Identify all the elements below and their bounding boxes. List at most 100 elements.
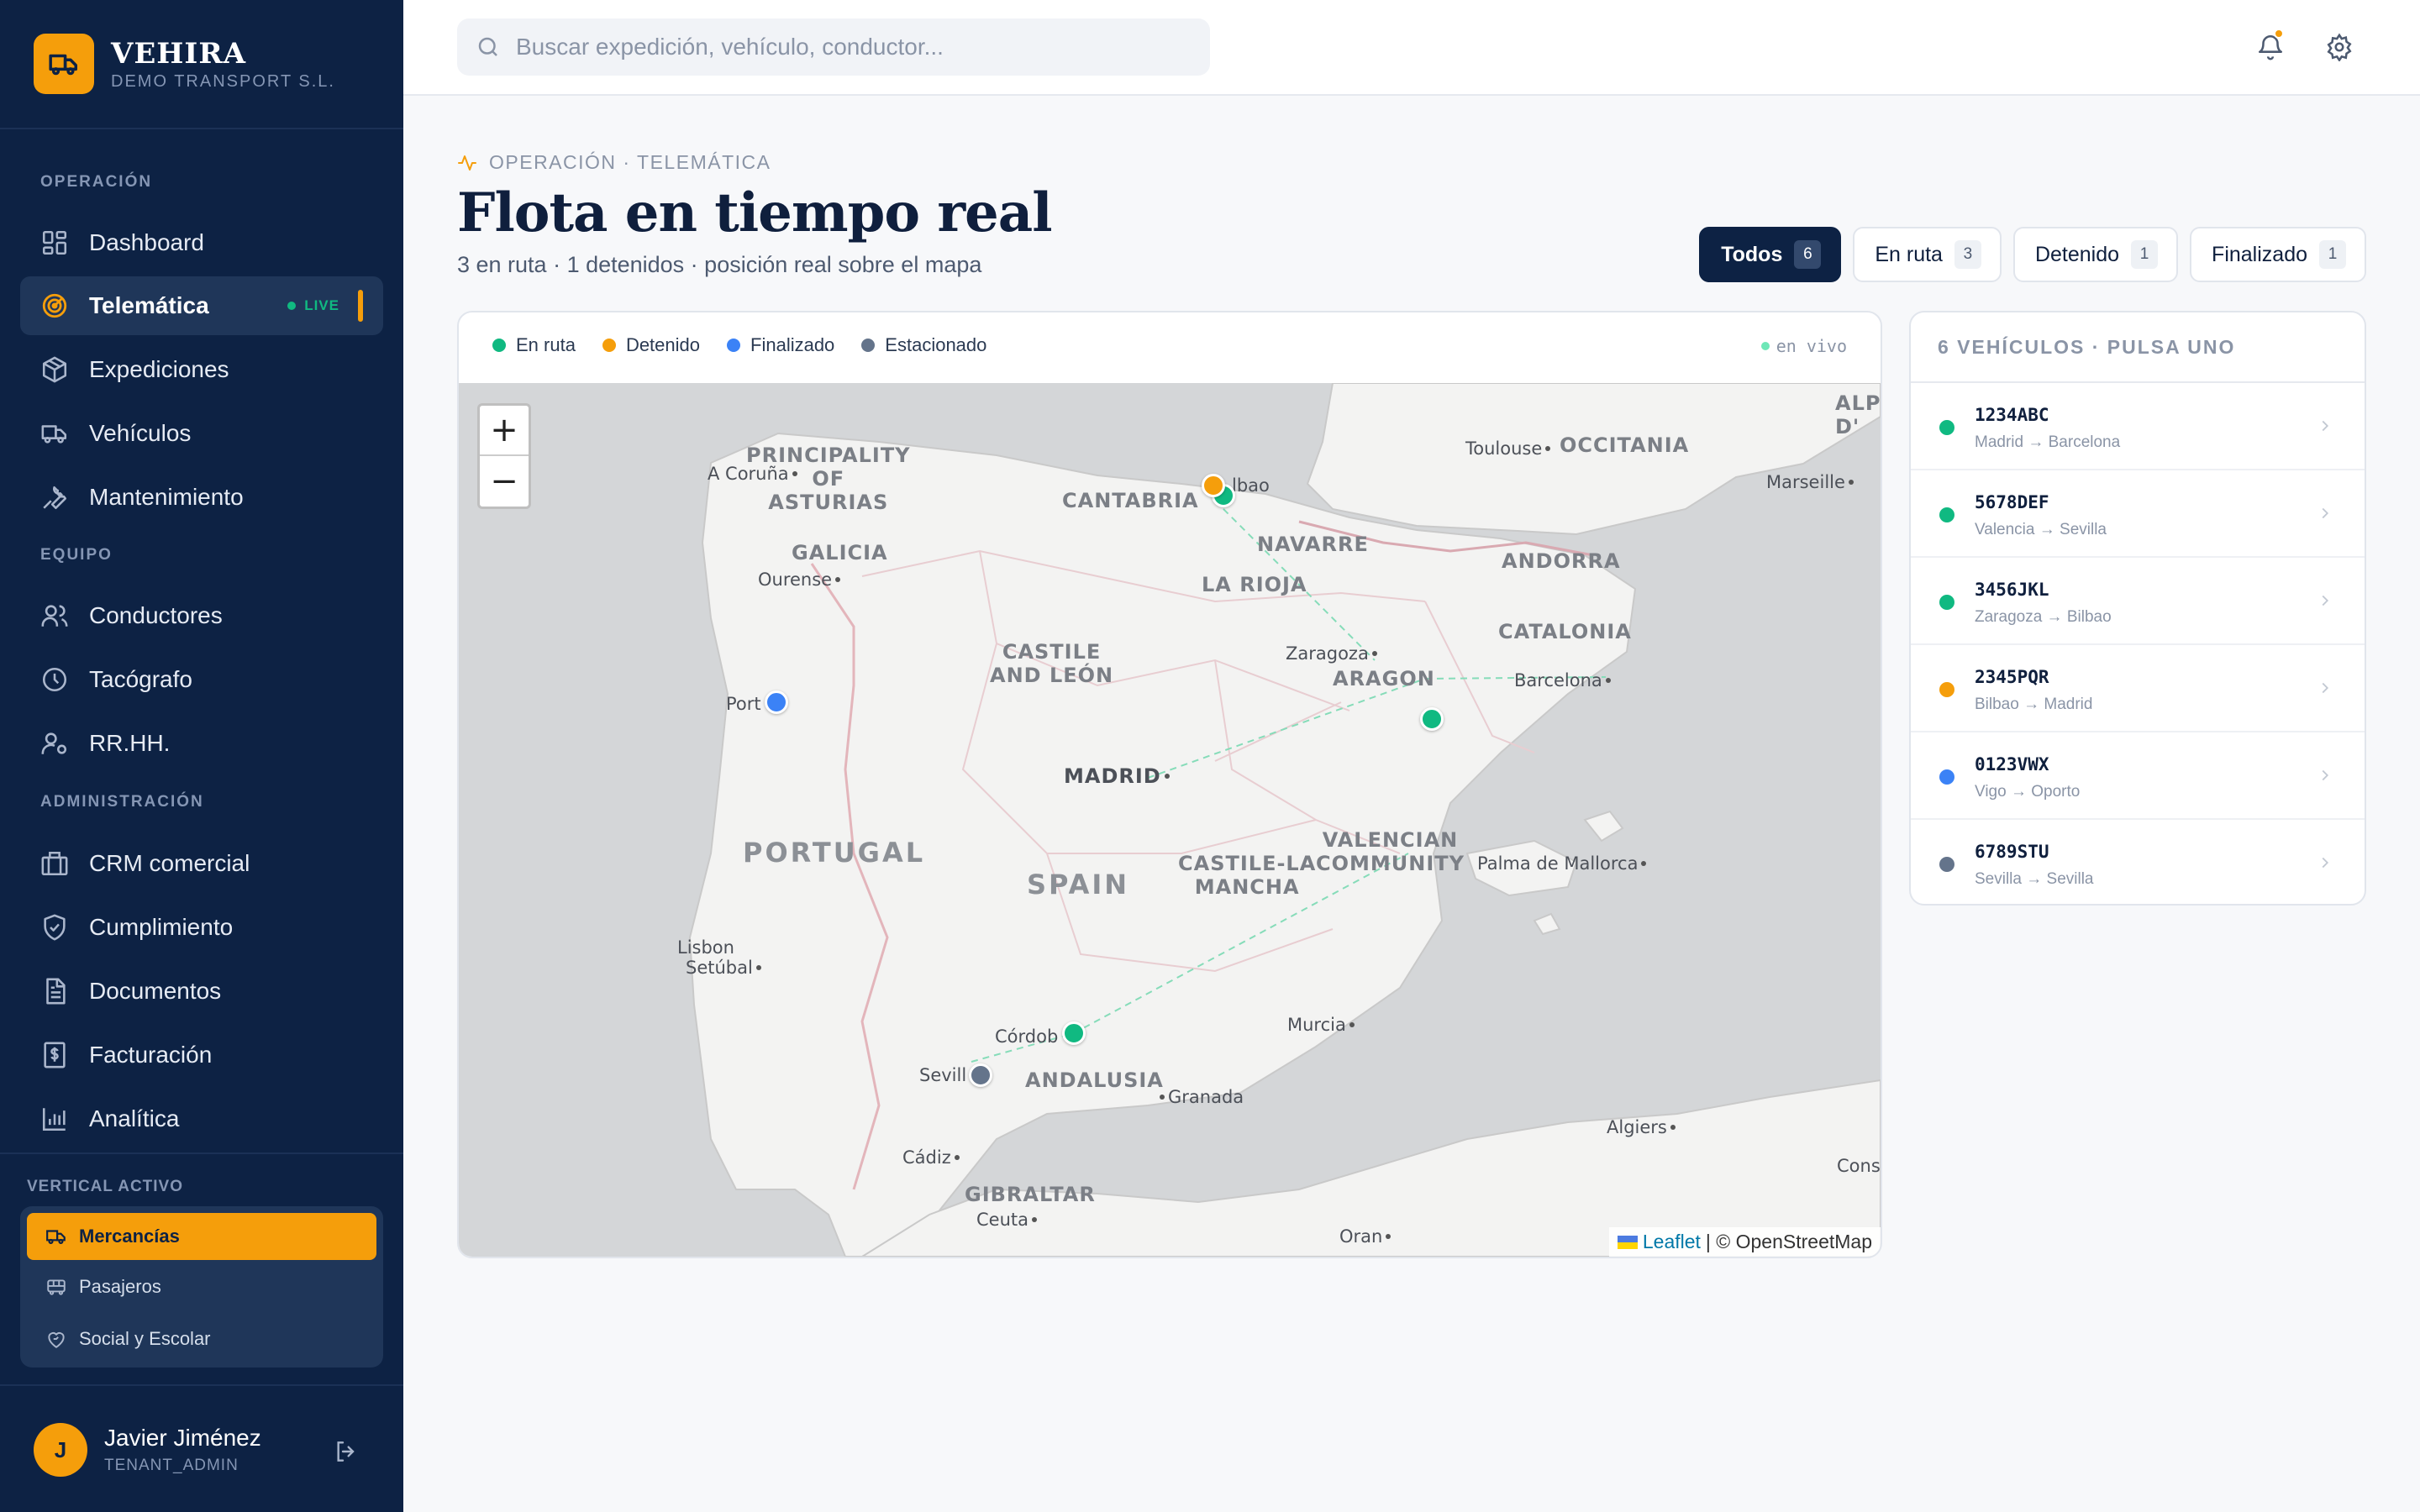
breadcrumb: OPERACIÓN · TELEMÁTICA [457, 151, 771, 174]
vehicle-marker-1234ABC[interactable] [1420, 707, 1444, 731]
sidebar-item-tacografo[interactable]: Tacógrafo [20, 650, 383, 709]
sidebar-item-facturacion[interactable]: Facturación [20, 1026, 383, 1084]
vehicle-row[interactable]: 0123VWX Vigo → Oporto [1911, 732, 2365, 820]
ukraine-flag-icon [1617, 1235, 1638, 1249]
filter-en-ruta[interactable]: En ruta 3 [1853, 227, 2002, 282]
vehicle-route: Zaragoza → Bilbao [1975, 608, 2112, 626]
map-attribution: Leaflet | © OpenStreetMap [1608, 1227, 1881, 1257]
notifications-button[interactable] [2249, 25, 2292, 69]
city-label: Córdob [995, 1026, 1059, 1047]
filter-count: 1 [2131, 240, 2159, 269]
country-label-spain: SPAIN [1027, 869, 1130, 900]
filter-detenido[interactable]: Detenido 1 [2012, 227, 2179, 282]
sidebar-item-cumplimiento[interactable]: Cumplimiento [20, 898, 383, 957]
vehicle-plate: 2345PQR [1975, 667, 2049, 687]
search-box[interactable] [457, 18, 1210, 76]
bus-icon [47, 1279, 66, 1295]
fleet-map[interactable]: PRINCIPALITY OF ASTURIAS CANTABRIA GALICIA… [459, 383, 1881, 1257]
zoom-out-button[interactable]: − [480, 456, 529, 507]
city-label: Zaragoza [1286, 643, 1381, 664]
sidebar-item-conductores[interactable]: Conductores [20, 586, 383, 645]
truck-icon [41, 425, 67, 444]
city-label: Marseille [1766, 472, 1857, 492]
vehicle-list-title: 6 VEHÍCULOS · PULSA UNO [1911, 312, 2365, 383]
sidebar-item-analitica[interactable]: Analítica [20, 1089, 383, 1148]
vehicle-marker-2345PQR[interactable] [1202, 474, 1225, 497]
vehicle-row[interactable]: 5678DEF Valencia → Sevilla [1911, 470, 2365, 558]
region-label-alpes: ALPID' [1835, 391, 1881, 438]
vertical-option-mercancias[interactable]: Mercancías [27, 1213, 376, 1260]
chevron-right-icon [2322, 857, 2329, 869]
settings-button[interactable] [2317, 25, 2361, 69]
heart-hand-icon [48, 1332, 65, 1348]
filter-todos[interactable]: Todos 6 [1699, 227, 1842, 282]
city-label: A Coruña [708, 464, 801, 484]
sidebar-item-expediciones[interactable]: Expediciones [20, 340, 383, 399]
country-label-portugal: PORTUGAL [743, 837, 926, 869]
brand[interactable]: VEHIRA DEMO TRANSPORT S.L. [34, 34, 335, 94]
divider [0, 128, 403, 129]
avatar[interactable]: J [34, 1423, 87, 1477]
search-input[interactable] [516, 34, 1188, 60]
sidebar-item-telematica[interactable]: Telemática LIVE [20, 276, 383, 335]
status-filters: Todos 6 En ruta 3 Detenido 1 Finalizado … [1687, 227, 2366, 282]
vehicle-route: Valencia → Sevilla [1975, 521, 2107, 538]
vertical-option-pasajeros[interactable]: Pasajeros [27, 1263, 376, 1310]
vehicle-marker-6789STU[interactable] [969, 1063, 992, 1087]
document-icon [46, 978, 66, 1005]
sidebar-item-dashboard[interactable]: Dashboard [20, 213, 383, 272]
invoice-icon [44, 1042, 66, 1068]
vehicle-marker-0123VWX[interactable] [765, 690, 788, 714]
vehicle-row[interactable]: 3456JKL Zaragoza → Bilbao [1911, 558, 2365, 645]
status-dot [1939, 420, 1954, 435]
sidebar-item-rrhh[interactable]: RR.HH. [20, 714, 383, 773]
bar-chart-icon [42, 1108, 66, 1131]
shield-check-icon [44, 914, 66, 941]
vehicle-marker-5678DEF[interactable] [1062, 1021, 1086, 1045]
sidebar-item-label: Documentos [89, 978, 222, 1004]
live-badge: LIVE [287, 297, 339, 314]
city-label: Const [1837, 1156, 1881, 1176]
vertical-options: Mercancías Pasajeros Social y Escolar [20, 1206, 383, 1368]
city-label: lbao [1232, 475, 1270, 496]
filter-finalizado[interactable]: Finalizado 1 [2190, 227, 2366, 282]
sidebar-item-label: Tacógrafo [89, 666, 192, 692]
legend-item-detenido: Detenido [602, 334, 700, 356]
truck-logo-icon [34, 34, 94, 94]
status-dot [1939, 507, 1954, 522]
vehicle-plate: 3456JKL [1975, 580, 2049, 600]
gear-icon [2327, 33, 2352, 61]
vertical-label: VERTICAL ACTIVO [27, 1178, 184, 1195]
section-operacion: OPERACIÓN [40, 173, 153, 191]
chevron-right-icon [2322, 595, 2329, 606]
map-legend: En ruta Detenido Finalizado Estacionado [492, 334, 1013, 356]
sidebar-item-label: Expediciones [89, 356, 229, 382]
vertical-option-social-escolar[interactable]: Social y Escolar [27, 1315, 376, 1362]
sidebar-item-label: Dashboard [89, 229, 204, 255]
search-icon [478, 37, 497, 56]
vehicle-row[interactable]: 6789STU Sevilla → Sevilla [1911, 820, 2365, 904]
sidebar-item-crm[interactable]: CRM comercial [20, 834, 383, 893]
dashboard-icon [42, 230, 67, 255]
vehicle-list: 6 VEHÍCULOS · PULSA UNO 1234ABC Madrid →… [1909, 311, 2366, 906]
vehicle-row[interactable]: 2345PQR Bilbao → Madrid [1911, 645, 2365, 732]
vehicle-row[interactable]: 1234ABC Madrid → Barcelona [1911, 383, 2365, 470]
region-label-cantabria: CANTABRIA [1062, 489, 1199, 512]
logout-button[interactable] [329, 1435, 363, 1468]
sidebar-item-label: Facturación [89, 1042, 213, 1068]
radar-icon [42, 293, 67, 318]
vehicle-plate: 1234ABC [1975, 405, 2049, 425]
region-label-occitania: OCCITANIA [1560, 433, 1690, 457]
sidebar-item-documentos[interactable]: Documentos [20, 962, 383, 1021]
zoom-in-button[interactable]: + [480, 406, 529, 456]
status-dot [1939, 595, 1954, 610]
leaflet-link[interactable]: Leaflet [1643, 1231, 1701, 1253]
sidebar: VEHIRA DEMO TRANSPORT S.L. OPERACIÓN Das… [0, 0, 403, 1512]
live-indicator: en vivo [1760, 336, 1847, 356]
sidebar-item-vehiculos[interactable]: Vehículos [20, 404, 383, 463]
vehicle-plate: 6789STU [1975, 842, 2049, 862]
region-label-andorra: ANDORRA [1502, 549, 1621, 573]
city-label: Lisbon [677, 937, 734, 958]
truck-icon [46, 1230, 66, 1244]
sidebar-item-mantenimiento[interactable]: Mantenimiento [20, 468, 383, 527]
